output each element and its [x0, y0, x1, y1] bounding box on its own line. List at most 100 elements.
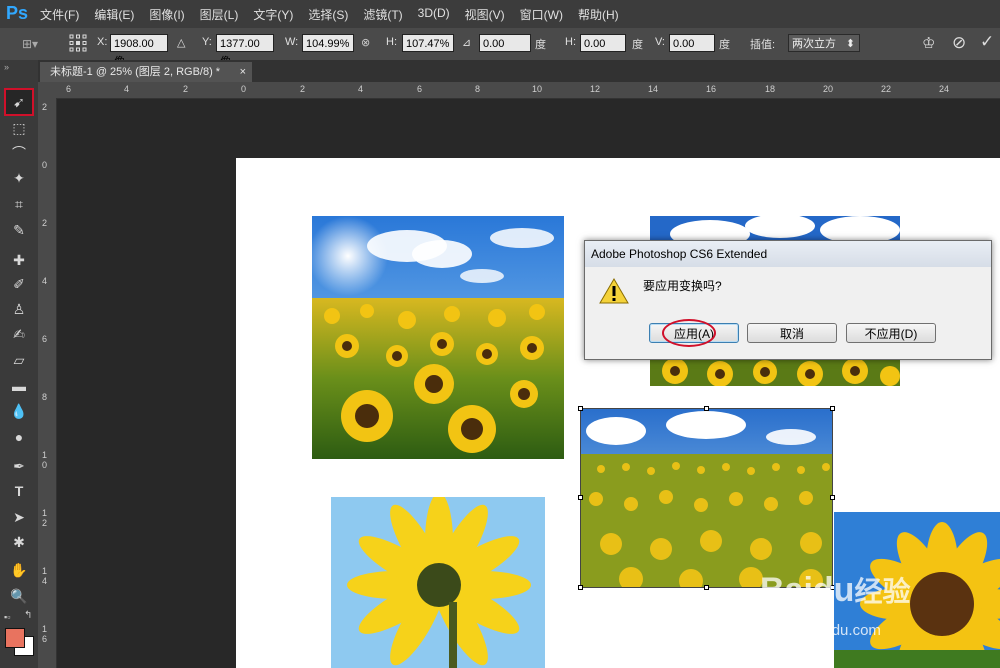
menu-edit[interactable]: 编辑(E) — [94, 6, 134, 23]
pen-tool-icon[interactable]: ✒ — [8, 456, 30, 476]
commit-transform-icon[interactable]: ✓ — [980, 32, 994, 52]
hand-tool-icon[interactable]: ✋ — [8, 560, 30, 580]
foreground-color-swatch[interactable] — [5, 628, 25, 648]
interpolation-label: 插值: — [750, 39, 776, 51]
angle-field[interactable]: 0.00 — [479, 34, 531, 52]
menu-filter[interactable]: 滤镜(T) — [363, 6, 402, 23]
transform-handle-bottom[interactable] — [704, 585, 709, 590]
brush-tool-icon[interactable]: ✐ — [8, 274, 30, 294]
main-menu: 文件(F) 编辑(E) 图像(I) 图层(L) 文字(Y) 选择(S) 滤镜(T… — [40, 6, 634, 23]
eraser-tool-icon[interactable]: ▱ — [8, 350, 30, 370]
cancel-transform-icon[interactable]: ⊘ — [952, 33, 966, 53]
type-tool-icon[interactable]: T — [8, 481, 30, 501]
crop-tool-icon[interactable]: ⌗ — [8, 194, 30, 214]
ruler-tick: 12 — [590, 84, 601, 94]
hskew-label: H: — [565, 36, 576, 48]
warp-icon[interactable]: ♔ — [922, 34, 935, 52]
vertical-ruler[interactable]: 2 0 2 4 6 8 1 0 1 2 1 4 1 6 — [38, 98, 57, 668]
rotate-angle-icon: ⊿ — [462, 37, 472, 49]
ruler-tick: 2 — [183, 84, 189, 94]
ruler-tick: 2 — [42, 102, 48, 112]
reference-point-icon[interactable] — [68, 33, 88, 53]
ruler-tick: 6 — [66, 84, 72, 94]
menu-3d[interactable]: 3D(D) — [418, 6, 450, 23]
menu-help[interactable]: 帮助(H) — [578, 6, 619, 23]
h-label: H: — [386, 36, 397, 48]
link-icon[interactable]: ⊗ — [361, 36, 370, 49]
ruler-tick: 1 0 — [42, 450, 48, 470]
ruler-tick: 18 — [765, 84, 776, 94]
transform-handle-bottom-left[interactable] — [578, 585, 583, 590]
custom-shape-tool-icon[interactable]: ✱ — [8, 532, 30, 552]
yellow-flower-photo[interactable] — [331, 497, 545, 668]
move-tool-icon[interactable]: ➹ — [8, 92, 30, 112]
height-field[interactable]: 107.47% — [402, 34, 454, 52]
dialog-title: Adobe Photoshop CS6 Extended — [585, 241, 991, 267]
watermark-url: jingyan.baidu.com — [760, 622, 881, 639]
dialog-message: 要应用变换吗? — [643, 279, 722, 293]
menu-type[interactable]: 文字(Y) — [253, 6, 293, 23]
transform-handle-top[interactable] — [704, 406, 709, 411]
menu-layer[interactable]: 图层(L) — [200, 6, 239, 23]
menu-select[interactable]: 选择(S) — [308, 6, 348, 23]
eyedropper-tool-icon[interactable]: ✎ — [8, 220, 30, 240]
dodge-tool-icon[interactable]: ● — [8, 427, 30, 447]
ruler-origin[interactable] — [38, 82, 56, 98]
relative-position-icon[interactable]: △ — [177, 36, 185, 49]
cancel-button[interactable]: 取消 — [747, 323, 837, 343]
width-field[interactable]: 104.99% — [302, 34, 354, 52]
path-selection-tool-icon[interactable]: ➤ — [8, 507, 30, 527]
transform-tool-icon[interactable]: ⊞▾ — [22, 37, 38, 51]
photoshop-logo: Ps — [6, 3, 29, 23]
close-tab-icon[interactable]: × — [240, 62, 246, 82]
swap-colors-icon[interactable]: ↰ — [24, 610, 32, 621]
history-brush-tool-icon[interactable]: ✍ — [8, 324, 30, 344]
menu-file[interactable]: 文件(F) — [40, 6, 79, 23]
menu-window[interactable]: 窗口(W) — [520, 6, 563, 23]
marquee-tool-icon[interactable]: ⬚ — [8, 118, 30, 138]
interpolation-select[interactable]: 两次立方 ⬍ — [788, 34, 860, 52]
ruler-tick: 1 2 — [42, 508, 48, 528]
ruler-tick: 4 — [124, 84, 130, 94]
lasso-tool-icon[interactable]: ⌒ — [8, 143, 30, 163]
y-label: Y: — [202, 36, 212, 48]
ruler-tick: 14 — [648, 84, 659, 94]
y-field[interactable]: 1377.00 像 — [216, 34, 274, 68]
magic-wand-tool-icon[interactable]: ✦ — [8, 168, 30, 188]
menu-image[interactable]: 图像(I) — [149, 6, 184, 23]
ruler-tick: 6 — [417, 84, 423, 94]
default-colors-icon[interactable]: ▪▫ — [4, 612, 10, 622]
ruler-tick: 2 — [42, 218, 48, 228]
hskew-field[interactable]: 0.00 — [580, 34, 626, 52]
vskew-label: V: — [655, 36, 665, 48]
horizontal-ruler[interactable]: 6 4 2 0 2 4 6 8 10 12 14 16 18 20 22 24 — [56, 82, 1000, 99]
healing-brush-tool-icon[interactable]: ✚ — [8, 250, 30, 270]
sunflower-field-photo-1[interactable] — [312, 216, 564, 459]
transform-handle-right[interactable] — [830, 495, 835, 500]
menu-view[interactable]: 视图(V) — [465, 6, 505, 23]
document-tab-title: 未标题-1 @ 25% (图层 2, RGB/8) * — [50, 66, 221, 78]
blur-tool-icon[interactable]: 💧 — [8, 401, 30, 421]
ruler-tick: 1 6 — [42, 624, 48, 644]
clone-stamp-tool-icon[interactable]: ♙ — [8, 299, 30, 319]
hskew-unit: 度 — [632, 39, 643, 51]
ruler-tick: 4 — [42, 276, 48, 286]
vskew-field[interactable]: 0.00 — [669, 34, 715, 52]
zoom-tool-icon[interactable]: 🔍 — [8, 586, 30, 606]
vskew-unit: 度 — [719, 39, 730, 51]
transform-handle-left[interactable] — [578, 495, 583, 500]
toolbox-collapse-icon[interactable]: » — [4, 62, 9, 72]
transform-handle-top-left[interactable] — [578, 406, 583, 411]
ruler-tick: 20 — [823, 84, 834, 94]
updown-arrow-icon: ⬍ — [845, 38, 855, 50]
ruler-tick: 0 — [42, 160, 48, 170]
selected-sunflower-layer[interactable] — [580, 408, 833, 588]
dont-apply-button[interactable]: 不应用(D) — [846, 323, 936, 343]
gradient-tool-icon[interactable]: ▬ — [8, 376, 30, 396]
document-tab[interactable]: 未标题-1 @ 25% (图层 2, RGB/8) * × — [40, 62, 252, 82]
w-label: W: — [285, 36, 299, 48]
transform-handle-top-right[interactable] — [830, 406, 835, 411]
ruler-tick: 22 — [881, 84, 892, 94]
ruler-tick: 8 — [42, 392, 48, 402]
x-field[interactable]: 1908.00 像 — [110, 34, 168, 68]
